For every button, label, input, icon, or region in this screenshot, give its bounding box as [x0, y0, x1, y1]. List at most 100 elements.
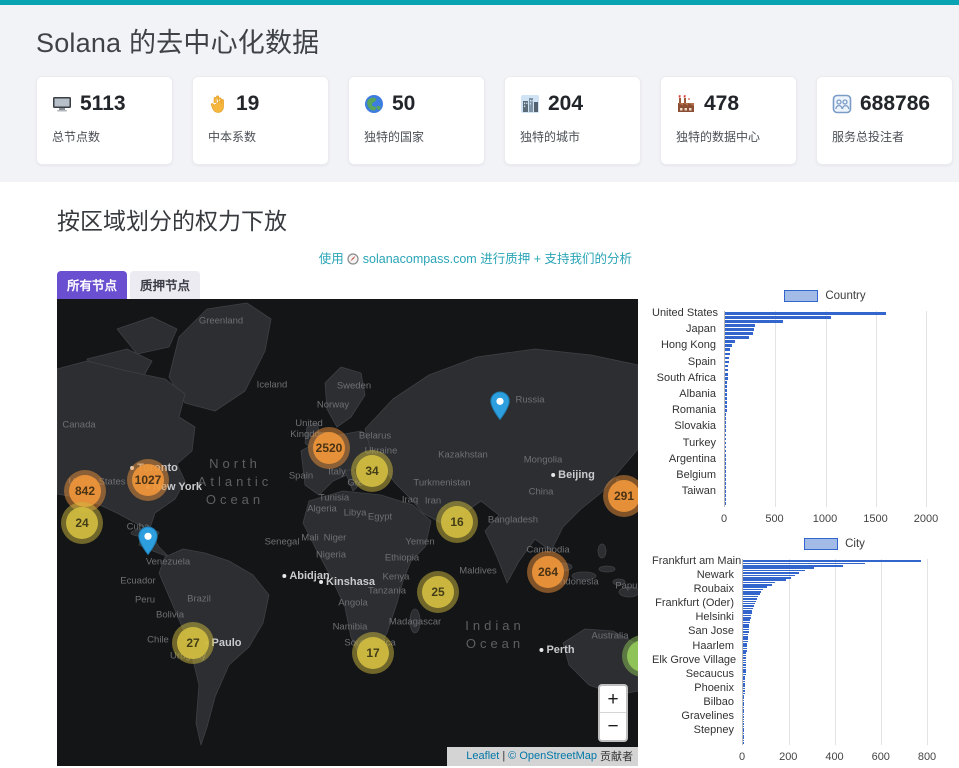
cluster-marker[interactable]: 16 [436, 501, 478, 543]
bar [743, 721, 744, 723]
tab-staked-nodes[interactable]: 质押节点 [130, 271, 200, 299]
city-chart-legend: City [742, 536, 927, 552]
stat-card-nakamoto: 19 中本系数 [192, 76, 329, 165]
solanacompass-link[interactable]: solanacompass.com [363, 252, 477, 266]
bar [743, 598, 757, 600]
y-axis-label: Japan [652, 323, 716, 335]
cluster-marker[interactable]: 17 [352, 632, 394, 674]
gridline [927, 559, 928, 745]
bar [743, 575, 795, 577]
bar [743, 676, 745, 678]
country-chart-xaxis: 0500100015002000 [724, 511, 926, 528]
stats-row: 5113 总节点数 19 中本系数 50 独特的国家 204 独特的城市 [36, 76, 953, 165]
cluster-marker[interactable]: 27 [172, 622, 214, 664]
world-map[interactable]: NorthAtlanticOceanIndianOceanGreenlandIc… [57, 299, 638, 766]
osm-link[interactable]: © OpenStreetMap [508, 750, 597, 762]
bar [743, 681, 745, 683]
country-chart-plot [724, 311, 926, 507]
bar [743, 586, 767, 588]
monitor-icon [52, 94, 72, 114]
bar [725, 454, 726, 457]
cluster-marker[interactable]: 264 [527, 551, 569, 593]
stat-value: 478 [704, 92, 739, 116]
bar [743, 565, 843, 567]
x-axis-tick: 1500 [863, 513, 887, 525]
bar [725, 369, 728, 372]
bar [743, 643, 747, 645]
cluster-marker[interactable]: 1027 [127, 459, 169, 501]
promo-middle: 进行质押 + [480, 252, 541, 266]
bar [725, 312, 886, 315]
map-attribution: Leaflet | © OpenStreetMap 贡献者 [447, 747, 638, 766]
bar [743, 697, 744, 699]
bar [743, 704, 744, 706]
ukraine-flag-icon [452, 752, 463, 760]
bar [743, 657, 746, 659]
cluster-marker[interactable]: 34 [351, 450, 393, 492]
cluster-count: 25 [422, 576, 454, 608]
bar [725, 425, 726, 428]
zoom-out-button[interactable]: − [600, 713, 626, 740]
x-axis-tick: 1000 [813, 513, 837, 525]
bar [725, 397, 727, 400]
y-axis-label: Frankfurt (Oder) [652, 597, 734, 609]
bar [743, 669, 746, 671]
zoom-in-button[interactable]: + [600, 686, 626, 713]
map-pin[interactable] [489, 391, 511, 426]
gridline [926, 311, 927, 507]
map-pin[interactable] [137, 526, 159, 561]
bar [725, 353, 730, 356]
legend-swatch [784, 290, 818, 302]
bar [743, 591, 761, 593]
bar [743, 577, 791, 579]
bar [725, 328, 754, 331]
support-analysis-link[interactable]: 支持我们的分析 [544, 252, 632, 266]
bar [743, 638, 748, 640]
bar [725, 413, 726, 416]
cluster-count: 2520 [313, 432, 345, 464]
tab-all-nodes[interactable]: 所有节点 [57, 271, 127, 299]
bar [743, 707, 744, 709]
bar [743, 711, 744, 713]
bar [743, 690, 745, 692]
bar [743, 560, 921, 562]
cluster-marker[interactable]: 25 [417, 571, 459, 613]
bar [743, 593, 760, 595]
bar [725, 377, 728, 380]
bar [743, 629, 749, 631]
country-bar-chart: Country 0500100015002000 United StatesJa… [652, 288, 959, 528]
bar [743, 693, 745, 695]
bar [743, 655, 746, 657]
y-axis-label: Haarlem [652, 640, 734, 652]
hand-icon [208, 94, 228, 114]
bar [743, 648, 747, 650]
leaflet-link[interactable]: Leaflet [466, 750, 499, 762]
bar [725, 324, 755, 327]
gridline [789, 559, 790, 745]
cluster-marker[interactable]: 24 [61, 502, 103, 544]
y-axis-label: Gravelines [652, 710, 734, 722]
bar [743, 570, 805, 572]
y-axis-label: Secaucus [652, 668, 734, 680]
bar [743, 671, 746, 673]
bar [725, 320, 783, 323]
bar [725, 336, 749, 339]
cluster-marker[interactable]: 2520 [308, 427, 350, 469]
stat-label: 独特的数据中心 [676, 128, 781, 145]
bar [743, 685, 745, 687]
bar [725, 340, 735, 343]
bar [743, 695, 744, 697]
y-axis-label: South Africa [652, 372, 716, 384]
y-axis-label: Taiwan [652, 485, 716, 497]
charts-column: Country 0500100015002000 United StatesJa… [638, 248, 959, 766]
y-axis-label: Slovakia [652, 420, 716, 432]
x-axis-tick: 0 [721, 513, 727, 525]
promo-line: 使用 solanacompass.com 进行质押 + 支持我们的分析 [57, 248, 638, 266]
bar [743, 601, 756, 603]
x-axis-tick: 0 [739, 751, 745, 763]
bar [743, 652, 746, 654]
cluster-marker[interactable]: 291 [603, 475, 638, 517]
city-chart-xaxis: 0200400600800 [742, 749, 927, 766]
bar [725, 458, 726, 461]
y-axis-label: Argentina [652, 453, 716, 465]
